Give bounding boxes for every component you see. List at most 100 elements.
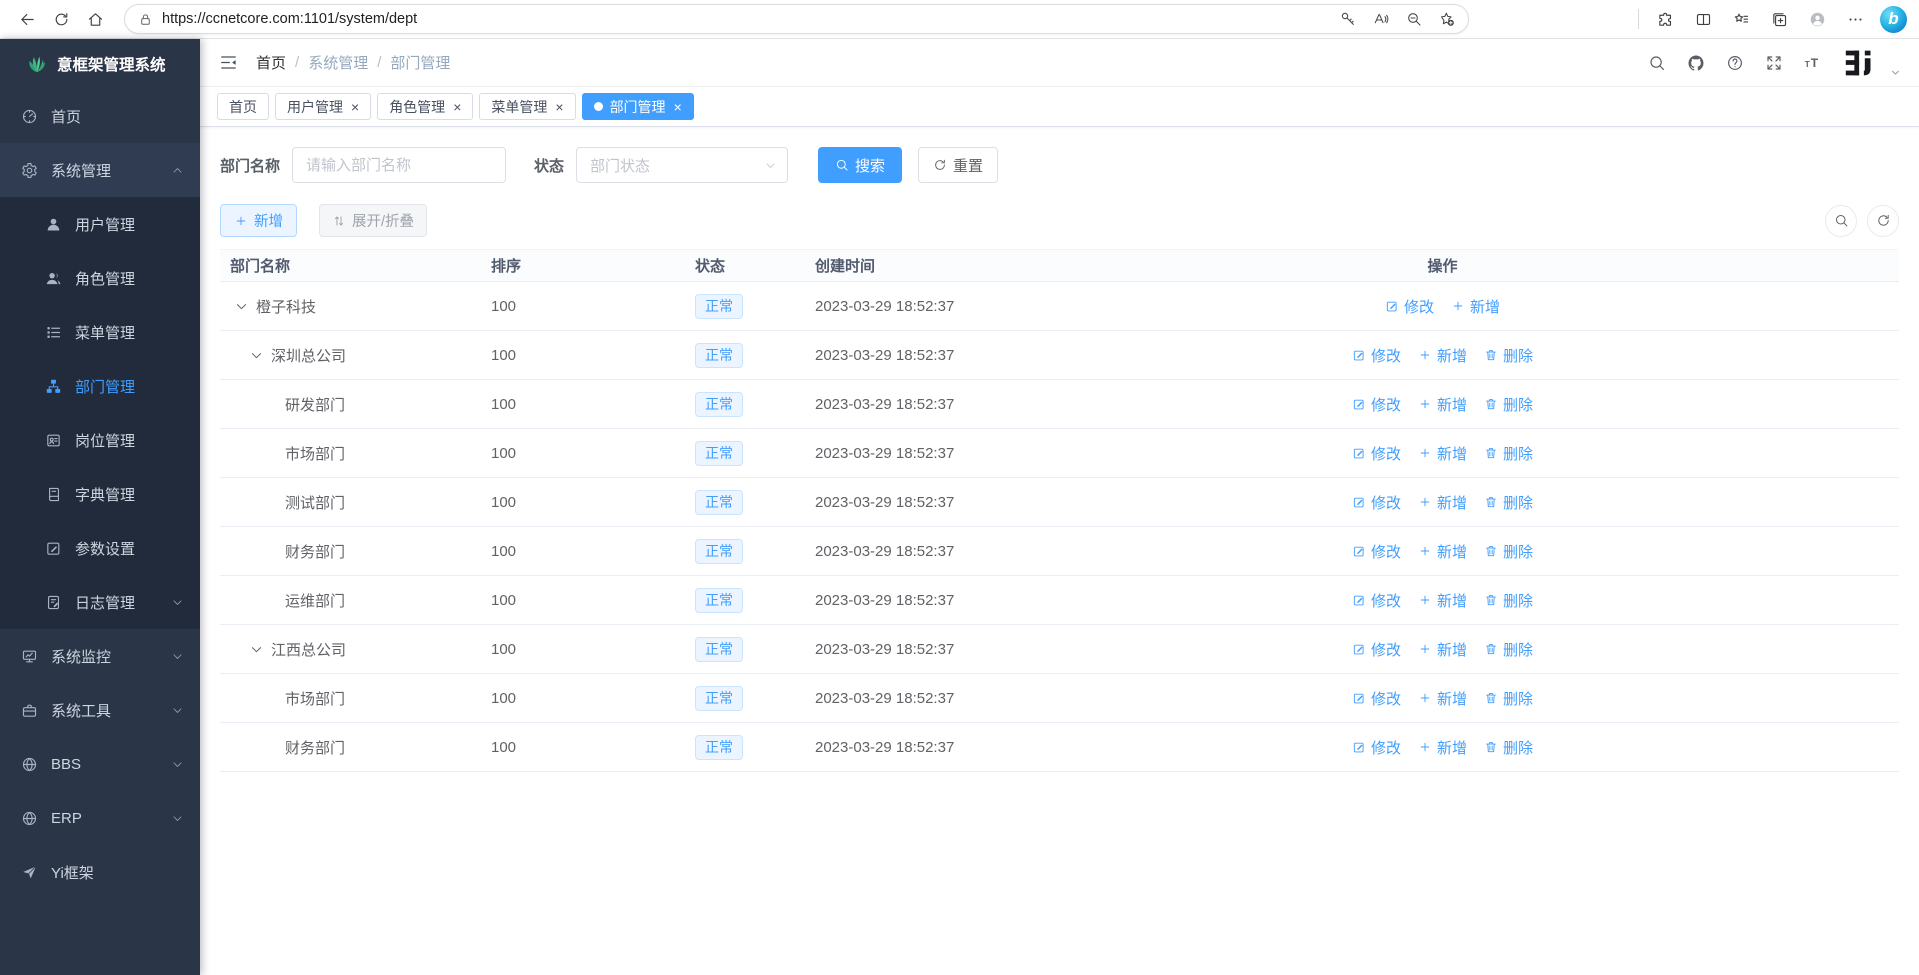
url-text[interactable]: https://ccnetcore.com:1101/system/dept [162, 11, 417, 27]
yi-logo-avatar[interactable] [1841, 44, 1881, 82]
sidebar-item[interactable]: 角色管理 [0, 251, 200, 305]
breadcrumb-item[interactable]: 系统管理 [308, 52, 368, 73]
edit-icon [1385, 299, 1399, 313]
add-button[interactable]: 新增 [220, 204, 297, 237]
row-action-link[interactable]: 修改 [1385, 296, 1434, 317]
sidebar-item[interactable]: 菜单管理 [0, 305, 200, 359]
tab[interactable]: 部门管理 × [582, 93, 694, 120]
breadcrumb-item[interactable]: 部门管理 [390, 52, 450, 73]
url-bar-action[interactable] [1432, 6, 1462, 32]
created-cell: 2023-03-29 18:52:37 [815, 396, 1110, 413]
sort-cell: 100 [491, 690, 695, 707]
url-bar-action[interactable] [1399, 6, 1429, 32]
post-icon [45, 432, 62, 449]
browser-toolbar-button[interactable] [44, 3, 78, 35]
row-action-link[interactable]: 删除 [1484, 590, 1533, 611]
chevron-down-icon[interactable] [249, 348, 264, 363]
show-search-button[interactable] [1825, 205, 1857, 237]
row-action-link[interactable]: 删除 [1484, 492, 1533, 513]
expand-collapse-button[interactable]: 展开/折叠 [319, 204, 427, 237]
chevron-down-icon[interactable] [1890, 67, 1901, 78]
dept-name-label: 部门名称 [220, 155, 280, 176]
browser-toolbar-button[interactable] [1762, 3, 1796, 35]
close-icon[interactable]: × [453, 100, 461, 114]
refresh-table-button[interactable] [1867, 205, 1899, 237]
row-action-link[interactable]: 修改 [1352, 688, 1401, 709]
browser-toolbar-button[interactable] [1838, 3, 1872, 35]
sidebar-item[interactable]: 参数设置 [0, 521, 200, 575]
navbar-action[interactable] [1757, 48, 1790, 78]
status-select[interactable]: 部门状态 [576, 147, 788, 183]
reset-button[interactable]: 重置 [918, 147, 998, 183]
url-bar-action[interactable] [1333, 6, 1363, 32]
row-action-link[interactable]: 新增 [1418, 345, 1467, 366]
user-icon [45, 216, 62, 233]
row-action-link[interactable]: 新增 [1418, 639, 1467, 660]
row-action-link[interactable]: 修改 [1352, 590, 1401, 611]
row-action-link[interactable]: 修改 [1352, 345, 1401, 366]
browser-toolbar-button[interactable] [1800, 3, 1834, 35]
chevron-down-icon[interactable] [234, 299, 249, 314]
breadcrumb-item[interactable]: 首页 [256, 52, 286, 73]
url-bar[interactable]: https://ccnetcore.com:1101/system/dept [124, 4, 1469, 34]
sidebar-item[interactable]: BBS [0, 737, 200, 791]
row-action-link[interactable]: 删除 [1484, 394, 1533, 415]
row-action-link[interactable]: 修改 [1352, 737, 1401, 758]
row-action-link[interactable]: 修改 [1352, 443, 1401, 464]
row-action-link[interactable]: 删除 [1484, 345, 1533, 366]
tab[interactable]: 首页 [217, 93, 269, 120]
url-bar-action[interactable] [1366, 6, 1396, 32]
close-icon[interactable]: × [555, 100, 563, 114]
navbar-action[interactable]: TT [1796, 48, 1829, 78]
row-action-link[interactable]: 删除 [1484, 443, 1533, 464]
tab[interactable]: 角色管理 × [377, 93, 473, 120]
search-button[interactable]: 搜索 [818, 147, 902, 183]
bing-icon[interactable]: b [1880, 6, 1907, 33]
row-action-link[interactable]: 新增 [1451, 296, 1500, 317]
sidebar-item[interactable]: Yi框架 [0, 845, 200, 899]
row-action-link[interactable]: 删除 [1484, 639, 1533, 660]
chevron-down-icon[interactable] [249, 642, 264, 657]
close-icon[interactable]: × [674, 100, 682, 114]
row-action-link[interactable]: 删除 [1484, 541, 1533, 562]
sidebar-item[interactable]: 部门管理 [0, 359, 200, 413]
row-action-link[interactable]: 新增 [1418, 394, 1467, 415]
sidebar-item[interactable]: 岗位管理 [0, 413, 200, 467]
row-action-link[interactable]: 新增 [1418, 492, 1467, 513]
row-action-link[interactable]: 修改 [1352, 541, 1401, 562]
dept-name-input[interactable] [292, 147, 506, 183]
sidebar-item[interactable]: ERP [0, 791, 200, 845]
navbar-action[interactable] [1640, 48, 1673, 78]
sidebar-item[interactable]: 字典管理 [0, 467, 200, 521]
browser-toolbar-button[interactable] [1724, 3, 1758, 35]
close-icon[interactable]: × [351, 100, 359, 114]
row-action-link[interactable]: 新增 [1418, 737, 1467, 758]
browser-toolbar-button[interactable] [1686, 3, 1720, 35]
row-action-link[interactable]: 新增 [1418, 541, 1467, 562]
tab[interactable]: 菜单管理 × [479, 93, 575, 120]
row-action-link[interactable]: 删除 [1484, 737, 1533, 758]
sidebar-item[interactable]: 日志管理 [0, 575, 200, 629]
navbar-action[interactable] [1718, 48, 1751, 78]
sidebar-item[interactable]: 系统工具 [0, 683, 200, 737]
browser-toolbar-button[interactable] [78, 3, 112, 35]
read-aloud-icon [1373, 11, 1389, 27]
row-action-link[interactable]: 修改 [1352, 639, 1401, 660]
row-action-link[interactable]: 新增 [1418, 443, 1467, 464]
row-action-link[interactable]: 修改 [1352, 394, 1401, 415]
row-action-link[interactable]: 删除 [1484, 688, 1533, 709]
browser-toolbar-button[interactable] [10, 3, 44, 35]
delete-icon [1484, 544, 1498, 558]
row-action-link[interactable]: 新增 [1418, 590, 1467, 611]
navbar-action[interactable] [1679, 48, 1712, 78]
browser-toolbar-button[interactable] [1648, 3, 1682, 35]
sidebar-item[interactable]: 系统监控 [0, 629, 200, 683]
sidebar-item[interactable]: 首页 [0, 89, 200, 143]
sidebar-item[interactable]: 系统管理 [0, 143, 200, 197]
sidebar-item[interactable]: 用户管理 [0, 197, 200, 251]
fold-menu-icon[interactable] [218, 53, 239, 72]
row-action-link[interactable]: 新增 [1418, 688, 1467, 709]
tab[interactable]: 用户管理 × [275, 93, 371, 120]
row-action-link[interactable]: 修改 [1352, 492, 1401, 513]
sidebar-item-label: 日志管理 [75, 592, 135, 613]
